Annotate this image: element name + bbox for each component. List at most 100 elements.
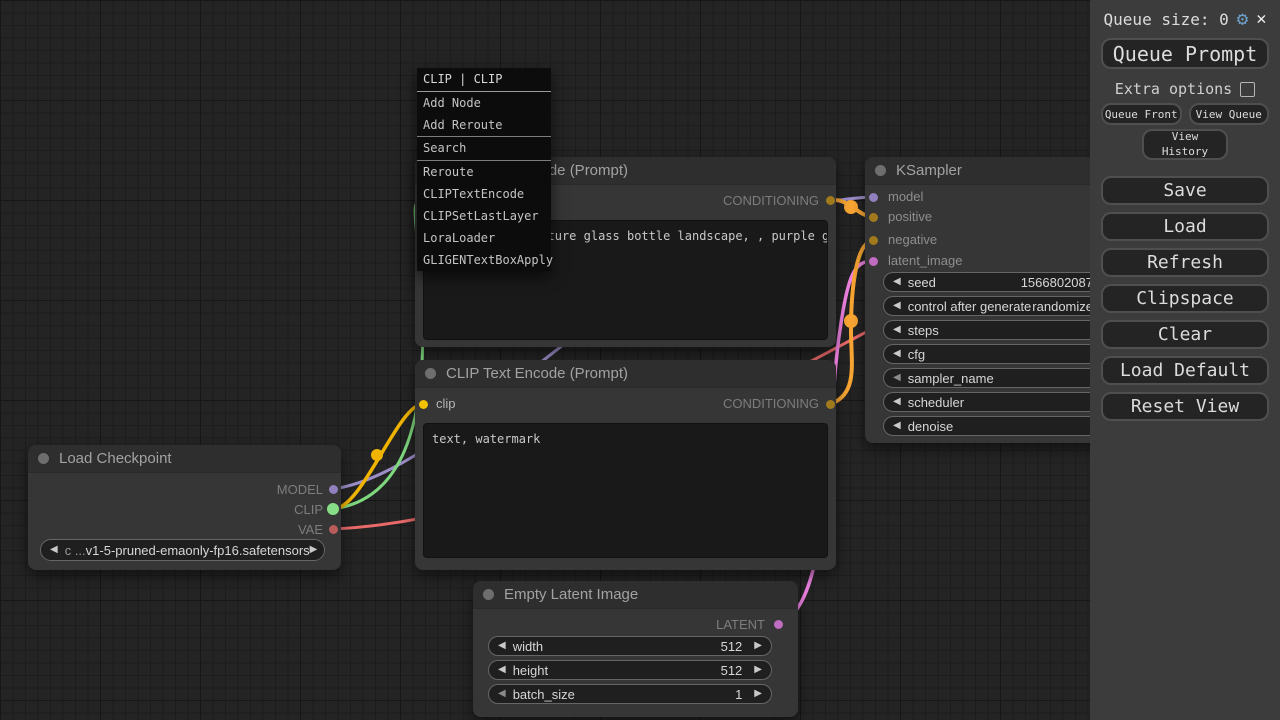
decrement-arrow-icon[interactable]: ◀ [498, 665, 506, 675]
wire-dot-clip [371, 449, 383, 461]
increment-arrow-icon[interactable]: ▶ [754, 665, 762, 675]
view-queue-button[interactable]: View Queue [1189, 103, 1270, 125]
output-label-conditioning: CONDITIONING [723, 396, 819, 411]
node-title: Load Checkpoint [59, 450, 172, 467]
node-title: CLIP Text Encode (Prompt) [446, 365, 628, 382]
clipspace-button[interactable]: Clipspace [1101, 284, 1269, 313]
input-slot-latent-image[interactable] [869, 257, 878, 266]
next-arrow-icon[interactable]: ▶ [310, 545, 318, 555]
decrement-arrow-icon[interactable]: ◀ [893, 349, 901, 359]
menu-item-clipsetlastlayer[interactable]: CLIPSetLastLayer [417, 205, 551, 227]
menu-item-search[interactable]: Search [417, 137, 551, 160]
comfy-menu-panel: Queue size: 0 ⚙ ✕ Queue Prompt Extra opt… [1090, 0, 1280, 720]
input-label-positive: positive [888, 209, 932, 224]
wire-dot-negative [844, 314, 858, 328]
node-empty-latent-image[interactable]: Empty Latent Image LATENT ◀ width 512 ▶ … [473, 581, 798, 717]
load-button[interactable]: Load [1101, 212, 1269, 241]
node-title: KSampler [896, 162, 962, 179]
widget-width[interactable]: ◀ width 512 ▶ [488, 636, 772, 656]
widget-label: seed [908, 275, 936, 290]
context-menu: CLIP | CLIP Add Node Add Reroute Search … [417, 68, 551, 271]
output-slot-vae[interactable] [329, 525, 338, 534]
output-label-latent: LATENT [716, 617, 765, 632]
prompt-textarea[interactable]: text, watermark [423, 423, 828, 558]
output-label-vae: VAE [298, 522, 323, 537]
queue-prompt-button[interactable]: Queue Prompt [1101, 38, 1269, 69]
reset-view-button[interactable]: Reset View [1101, 392, 1269, 421]
output-label-model: MODEL [277, 482, 323, 497]
wire-clip-green [333, 200, 423, 509]
widget-label: control after generate [908, 299, 1032, 314]
widget-value: v1-5-pruned-emaonly-fp16.safetensors [86, 543, 310, 558]
save-button[interactable]: Save [1101, 176, 1269, 205]
view-history-button[interactable]: View History [1142, 129, 1228, 160]
output-slot-conditioning[interactable] [826, 400, 835, 409]
widget-height[interactable]: ◀ height 512 ▶ [488, 660, 772, 680]
decrement-arrow-icon[interactable]: ◀ [893, 421, 901, 431]
queue-size-label: Queue size: 0 [1104, 10, 1229, 29]
context-menu-title: CLIP | CLIP [417, 68, 551, 92]
extra-options-checkbox[interactable] [1240, 82, 1255, 97]
increment-arrow-icon[interactable]: ▶ [754, 641, 762, 651]
refresh-button[interactable]: Refresh [1101, 248, 1269, 277]
input-slot-model[interactable] [869, 193, 878, 202]
input-label-clip: clip [436, 396, 456, 411]
widget-label: scheduler [908, 395, 964, 410]
widget-label: c ... [65, 543, 86, 558]
decrement-arrow-icon[interactable]: ◀ [893, 301, 901, 311]
output-slot-model[interactable] [329, 485, 338, 494]
decrement-arrow-icon[interactable]: ◀ [893, 397, 901, 407]
menu-item-add-node[interactable]: Add Node [417, 92, 551, 114]
input-label-negative: negative [888, 232, 937, 247]
node-title: Empty Latent Image [504, 586, 638, 603]
output-slot-conditioning[interactable] [826, 196, 835, 205]
previous-arrow-icon[interactable]: ◀ [50, 545, 58, 555]
increment-arrow-icon[interactable]: ▶ [754, 689, 762, 699]
output-slot-clip[interactable] [327, 503, 339, 515]
widget-value: 512 [721, 663, 743, 678]
decrement-arrow-icon[interactable]: ◀ [893, 277, 901, 287]
input-slot-clip[interactable] [419, 400, 428, 409]
output-label-conditioning: CONDITIONING [723, 193, 819, 208]
menu-item-reroute[interactable]: Reroute [417, 161, 551, 183]
decrement-arrow-icon[interactable]: ◀ [893, 373, 901, 383]
widget-label: cfg [908, 347, 925, 362]
node-title-bar[interactable]: Empty Latent Image [473, 581, 798, 609]
close-icon[interactable]: ✕ [1256, 11, 1266, 28]
widget-ckpt-name[interactable]: ◀ c ... v1-5-pruned-emaonly-fp16.safeten… [40, 539, 325, 561]
node-load-checkpoint[interactable]: Load Checkpoint MODEL CLIP VAE ◀ c ... v… [28, 445, 341, 570]
node-clip-text-encode-2[interactable]: CLIP Text Encode (Prompt) clip CONDITION… [415, 360, 836, 570]
widget-value: randomize [1032, 299, 1093, 314]
graph-canvas[interactable]: CLIP Text Encode (Prompt) CONDITIONING b… [0, 0, 1280, 720]
decrement-arrow-icon[interactable]: ◀ [498, 641, 506, 651]
output-label-clip: CLIP [294, 502, 323, 517]
settings-gear-icon[interactable]: ⚙ [1237, 10, 1248, 29]
clear-button[interactable]: Clear [1101, 320, 1269, 349]
menu-item-loraloader[interactable]: LoraLoader [417, 227, 551, 249]
widget-label: batch_size [513, 687, 575, 702]
node-status-dot [875, 165, 886, 176]
input-slot-negative[interactable] [869, 236, 878, 245]
widget-label: height [513, 663, 548, 678]
widget-label: denoise [908, 419, 954, 434]
decrement-arrow-icon[interactable]: ◀ [498, 689, 506, 699]
menu-item-add-reroute[interactable]: Add Reroute [417, 114, 551, 136]
extra-options-label: Extra options [1115, 80, 1232, 98]
load-default-button[interactable]: Load Default [1101, 356, 1269, 385]
prompt-text: text, watermark [432, 432, 540, 446]
decrement-arrow-icon[interactable]: ◀ [893, 325, 901, 335]
wire-clip-yellow [333, 404, 423, 509]
menu-item-cliptextencode[interactable]: CLIPTextEncode [417, 183, 551, 205]
widget-value: 1 [735, 687, 742, 702]
input-slot-positive[interactable] [869, 213, 878, 222]
widget-batch-size[interactable]: ◀ batch_size 1 ▶ [488, 684, 772, 704]
node-title-bar[interactable]: Load Checkpoint [28, 445, 341, 473]
queue-front-button[interactable]: Queue Front [1101, 103, 1182, 125]
widget-label: sampler_name [908, 371, 994, 386]
output-slot-latent[interactable] [774, 620, 783, 629]
menu-item-gligentextboxapply[interactable]: GLIGENTextBoxApply [417, 249, 551, 271]
node-title-bar[interactable]: CLIP Text Encode (Prompt) [415, 360, 836, 388]
wire-dot-positive [844, 200, 858, 214]
widget-value: 1566802087 [1021, 275, 1093, 290]
input-label-model: model [888, 189, 923, 204]
